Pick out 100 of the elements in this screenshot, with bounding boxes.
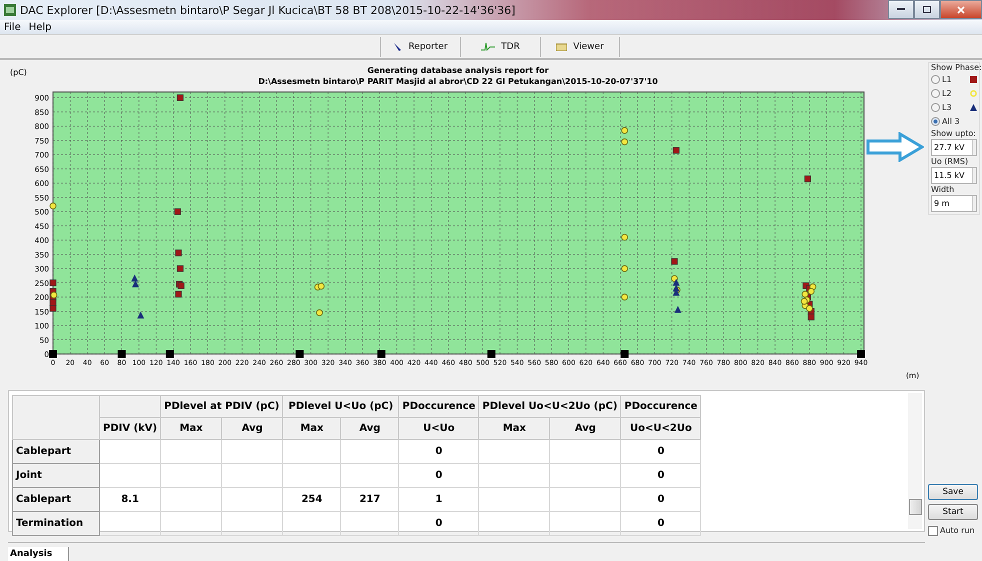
close-icon (957, 6, 965, 14)
radio-label: L1 (942, 75, 952, 84)
circle-point (621, 234, 628, 241)
square-point (50, 280, 56, 286)
folder-icon (556, 42, 568, 51)
circle-point (621, 127, 628, 134)
circle-point (621, 138, 628, 146)
app-icon (4, 4, 16, 16)
table-cell: 0 (620, 488, 701, 512)
checkbox-label: Auto run (940, 526, 975, 535)
table-cell: 8.1 (100, 488, 161, 512)
field-label: Uo (RMS) (931, 157, 970, 166)
scrollbar[interactable] (908, 393, 922, 529)
column-header: Avg (222, 418, 283, 440)
circle-point (621, 265, 628, 272)
column-group-header: PDoccurence (398, 396, 479, 418)
square-point (672, 147, 680, 154)
table-cell: 1 (398, 488, 479, 512)
pen-icon (393, 42, 402, 52)
square-point (671, 258, 678, 265)
menu-item[interactable]: File (4, 22, 21, 32)
radio-label: L3 (942, 103, 952, 112)
column-group-header: PDlevel Uo<U<2Uo (pC) (478, 396, 621, 418)
table-cell: 0 (620, 464, 701, 488)
minimize-icon (897, 8, 905, 11)
table-cell: 0 (620, 440, 701, 464)
table-cell: 217 (340, 488, 399, 512)
column-header: Avg (340, 418, 399, 440)
column-group-header: PDlevel at PDIV (pC) (160, 396, 283, 418)
radio-button[interactable] (931, 75, 940, 84)
square-point (175, 290, 182, 298)
pulse-icon (481, 42, 496, 52)
position-marker (49, 350, 57, 358)
circle-point (316, 309, 323, 316)
tab[interactable]: Analysis (8, 547, 70, 561)
chart-subtitle: D:\Assesmetn bintaro\P PARIT Masjid al abror\CD 22 GI Petukangan\2015-10-20-07'37'10 (258, 77, 658, 86)
toolbar-button[interactable]: Reporter (380, 36, 460, 56)
table-cell: 254 (282, 488, 341, 512)
column-header: Max (478, 418, 550, 440)
column-group-header: PDlevel U<Uo (pC) (282, 396, 399, 418)
chart-title: Generating database analysis report for (367, 66, 549, 75)
action-button[interactable]: Start (928, 504, 978, 520)
row-header: Cablepart (12, 488, 100, 512)
column-header: Uo<U<2Uo (620, 418, 701, 440)
row-header: Cablepart (12, 440, 100, 464)
column-header: Max (160, 418, 222, 440)
position-marker (857, 350, 865, 358)
radio-label: All 3 (942, 117, 960, 126)
circle-point (671, 275, 678, 282)
field-label: Show upto: (931, 129, 977, 138)
spin-buttons[interactable] (972, 196, 976, 211)
square-point (804, 176, 811, 182)
axis-unit: (pC) (10, 68, 27, 77)
spin-field[interactable]: 9 m (932, 199, 972, 208)
column-header: U<Uo (398, 418, 479, 440)
toolbar-button[interactable]: Viewer (540, 36, 620, 56)
spin-field[interactable]: 11.5 kV (932, 171, 972, 180)
maximize-icon (923, 6, 931, 13)
spin-buttons[interactable] (972, 140, 976, 155)
square-point (176, 94, 184, 101)
position-marker (166, 350, 174, 358)
position-marker (118, 350, 126, 358)
radio-button[interactable] (931, 117, 940, 126)
spin-box[interactable]: 11.5 kV (931, 167, 977, 184)
spin-buttons[interactable] (972, 168, 976, 183)
window-title: DAC Explorer [D:\Assesmetn bintaro\P Segar Jl Kucica\BT 58 BT 208\2015-10-22-14'36'36] (20, 4, 516, 16)
circle-point (50, 202, 56, 210)
position-marker (620, 350, 629, 358)
square-point (176, 265, 184, 272)
radio-button[interactable] (931, 89, 940, 98)
table-cell: 0 (398, 440, 479, 464)
square-point (174, 208, 181, 215)
triangle-point (674, 306, 682, 313)
spin-field[interactable]: 27.7 kV (932, 143, 972, 152)
column-header: PDIV (kV) (100, 418, 161, 440)
row-header: Termination (12, 512, 100, 536)
radio-button[interactable] (931, 103, 940, 112)
toolbar-button[interactable]: TDR (460, 36, 540, 56)
column-header: Max (282, 418, 341, 440)
close-button[interactable] (940, 0, 982, 19)
menu-item[interactable]: Help (28, 22, 52, 32)
column-group-header: PDoccurence (620, 396, 701, 418)
radio-label: L2 (942, 89, 952, 98)
checkbox[interactable] (928, 526, 938, 536)
circle-point (621, 294, 628, 300)
table-cell: 0 (620, 512, 701, 536)
position-marker (377, 350, 386, 358)
spin-box[interactable]: 9 m (931, 195, 977, 212)
minimize-button[interactable] (888, 0, 914, 19)
position-marker (296, 350, 304, 358)
table-cell: 0 (398, 464, 479, 488)
square-point (175, 250, 182, 256)
table-cell: 0 (398, 512, 479, 536)
circle-point (50, 292, 58, 298)
action-button[interactable]: Save (928, 484, 978, 500)
spin-box[interactable]: 27.7 kV (931, 139, 977, 156)
row-header: Joint (12, 464, 100, 488)
maximize-button[interactable] (914, 0, 940, 19)
arrow-icon (866, 132, 924, 162)
field-label: Width (931, 185, 956, 194)
